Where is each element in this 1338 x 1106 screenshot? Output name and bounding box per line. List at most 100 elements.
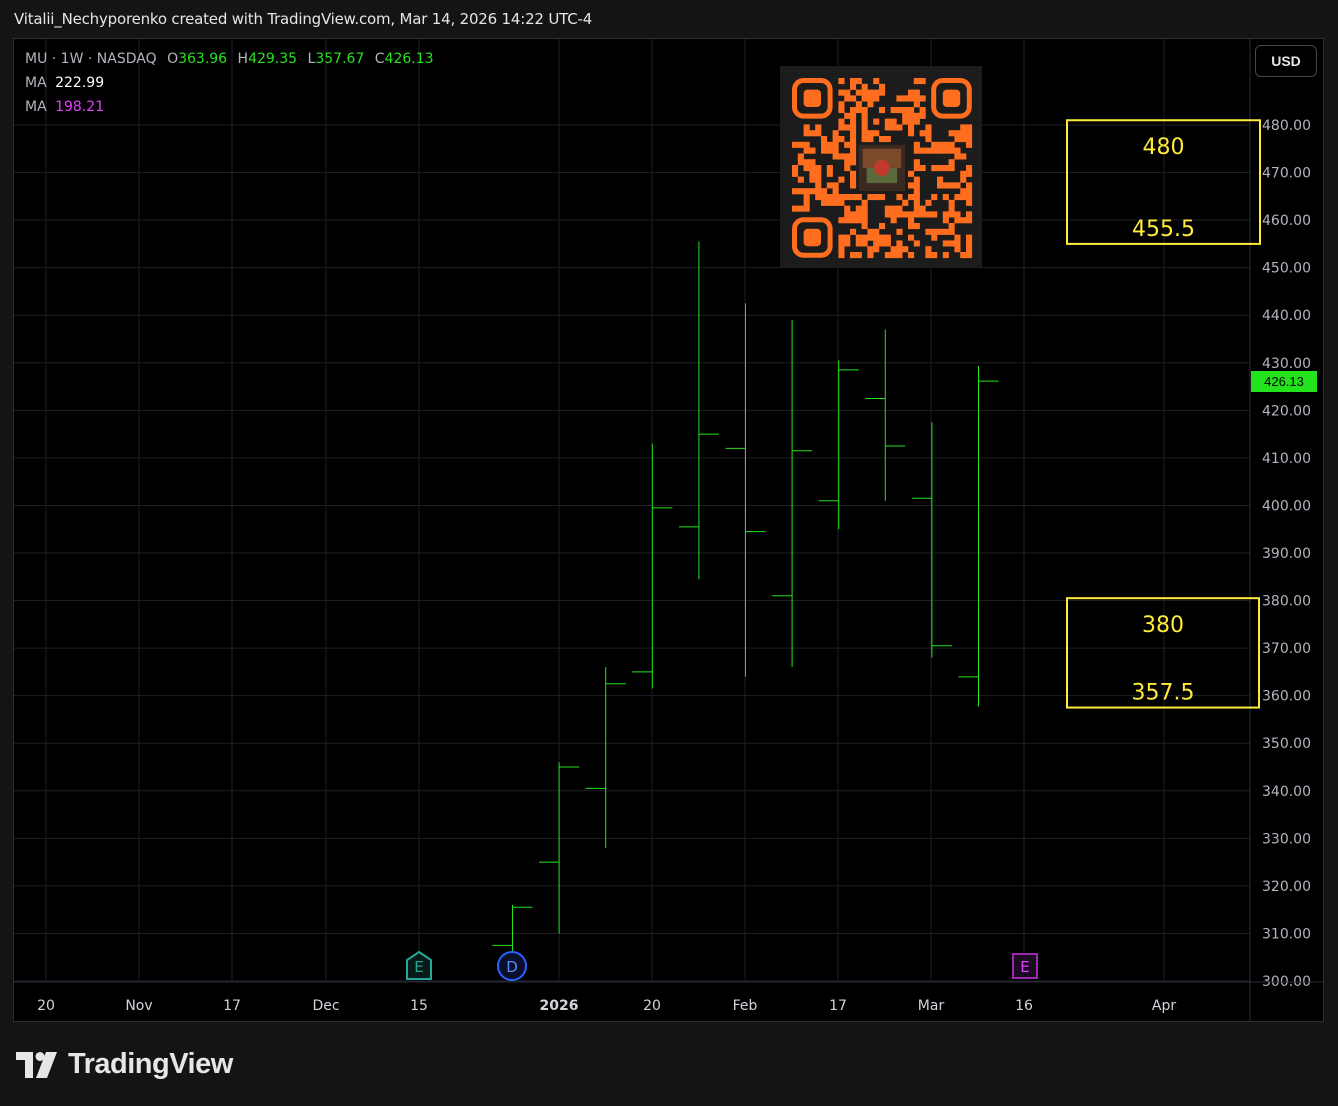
open-label: O [167, 51, 179, 67]
qr-module [838, 217, 845, 224]
qr-module [815, 165, 822, 172]
qr-module [850, 228, 857, 235]
qr-module [792, 205, 799, 212]
qr-module [850, 153, 857, 160]
qr-module [861, 240, 868, 247]
qr-module [838, 240, 845, 247]
ohlc-bar [772, 319, 813, 668]
qr-module [942, 182, 949, 189]
x-tick-label: 17 [829, 998, 847, 1014]
qr-module [925, 136, 932, 143]
qr-module [919, 205, 926, 212]
qr-module [931, 141, 938, 148]
qr-module [850, 78, 857, 85]
x-tick-label: 2026 [540, 998, 579, 1014]
qr-module [890, 118, 897, 125]
qr-module [896, 107, 903, 114]
qr-module [908, 112, 915, 119]
qr-module [960, 130, 967, 137]
qr-module [850, 170, 857, 177]
qr-module [821, 199, 828, 206]
qr-module [925, 130, 932, 137]
tradingview-logo-icon [16, 1051, 57, 1078]
ma2-label: MA [25, 99, 47, 115]
qr-module [925, 147, 932, 154]
qr-module [850, 194, 857, 201]
ohlc-legend-row[interactable]: MU · 1W · NASDAQ O363.96 H429.35 L357.67… [25, 50, 434, 74]
qr-module [913, 188, 920, 195]
last-price-tag: 426.13 [1251, 371, 1317, 392]
qr-module [954, 240, 961, 247]
qr-module [809, 130, 816, 137]
ohlc-bar [818, 360, 859, 530]
qr-module [937, 182, 944, 189]
qr-module [867, 136, 874, 143]
qr-module [850, 124, 857, 131]
qr-module [879, 136, 886, 143]
qr-module [832, 147, 839, 154]
target-zone-bottom-label: 455.5 [1132, 217, 1195, 242]
qr-module [948, 211, 955, 218]
qr-module [850, 136, 857, 143]
event-marker-dividend: D [497, 951, 527, 981]
qr-module [873, 228, 880, 235]
qr-module [809, 165, 816, 172]
qr-module [855, 78, 862, 85]
qr-module [919, 147, 926, 154]
high-value: 429.35 [248, 51, 298, 67]
symbol-label[interactable]: MU · 1W · NASDAQ [25, 51, 157, 67]
qr-module [954, 217, 961, 224]
qr-module [844, 95, 851, 102]
qr-module [832, 188, 839, 195]
qr-module [826, 165, 833, 172]
qr-module [913, 205, 920, 212]
qr-module [948, 199, 955, 206]
qr-module [838, 234, 845, 241]
qr-module [855, 101, 862, 108]
qr-module [931, 165, 938, 172]
qr-module [861, 130, 868, 137]
qr-module [803, 147, 810, 154]
qr-module [908, 130, 915, 137]
y-tick-label: 340.00 [1262, 784, 1311, 800]
qr-module [861, 83, 868, 90]
x-tick-label: Feb [733, 998, 758, 1014]
qr-module [931, 211, 938, 218]
qr-module [913, 176, 920, 183]
ma1-legend-row[interactable]: MA 222.99 [25, 74, 434, 98]
qr-module [838, 252, 845, 259]
tradingview-brand[interactable]: TradingView [16, 1048, 233, 1081]
qr-module [884, 136, 891, 143]
qr-module [797, 141, 804, 148]
qr-module [913, 118, 920, 125]
qr-module [867, 130, 874, 137]
y-tick-label: 420.00 [1262, 403, 1311, 419]
qr-module [855, 89, 862, 96]
qr-module [913, 182, 920, 189]
ma1-label: MA [25, 75, 47, 91]
qr-module [873, 118, 880, 125]
qr-module [966, 246, 973, 253]
qr-module [942, 194, 949, 201]
qr-module [861, 89, 868, 96]
qr-module [861, 223, 868, 230]
ohlc-bar [865, 329, 906, 501]
qr-module [844, 112, 851, 119]
qr-module [913, 194, 920, 201]
qr-module [850, 141, 857, 148]
qr-module [913, 211, 920, 218]
qr-module [960, 153, 967, 160]
qr-module [867, 101, 874, 108]
y-tick-label: 330.00 [1262, 831, 1311, 847]
currency-button[interactable]: USD [1255, 45, 1317, 77]
qr-module [908, 124, 915, 131]
qr-module [861, 112, 868, 119]
qr-module [844, 153, 851, 160]
qr-module [890, 252, 897, 259]
qr-module [850, 112, 857, 119]
qr-module [850, 211, 857, 218]
qr-module [942, 147, 949, 154]
qr-module [913, 112, 920, 119]
price-chart[interactable]: 480.00 470.00 460.00 450.00 440.00 430.00 420.… [0, 0, 1338, 1106]
ma2-legend-row[interactable]: MA 198.21 [25, 98, 434, 122]
